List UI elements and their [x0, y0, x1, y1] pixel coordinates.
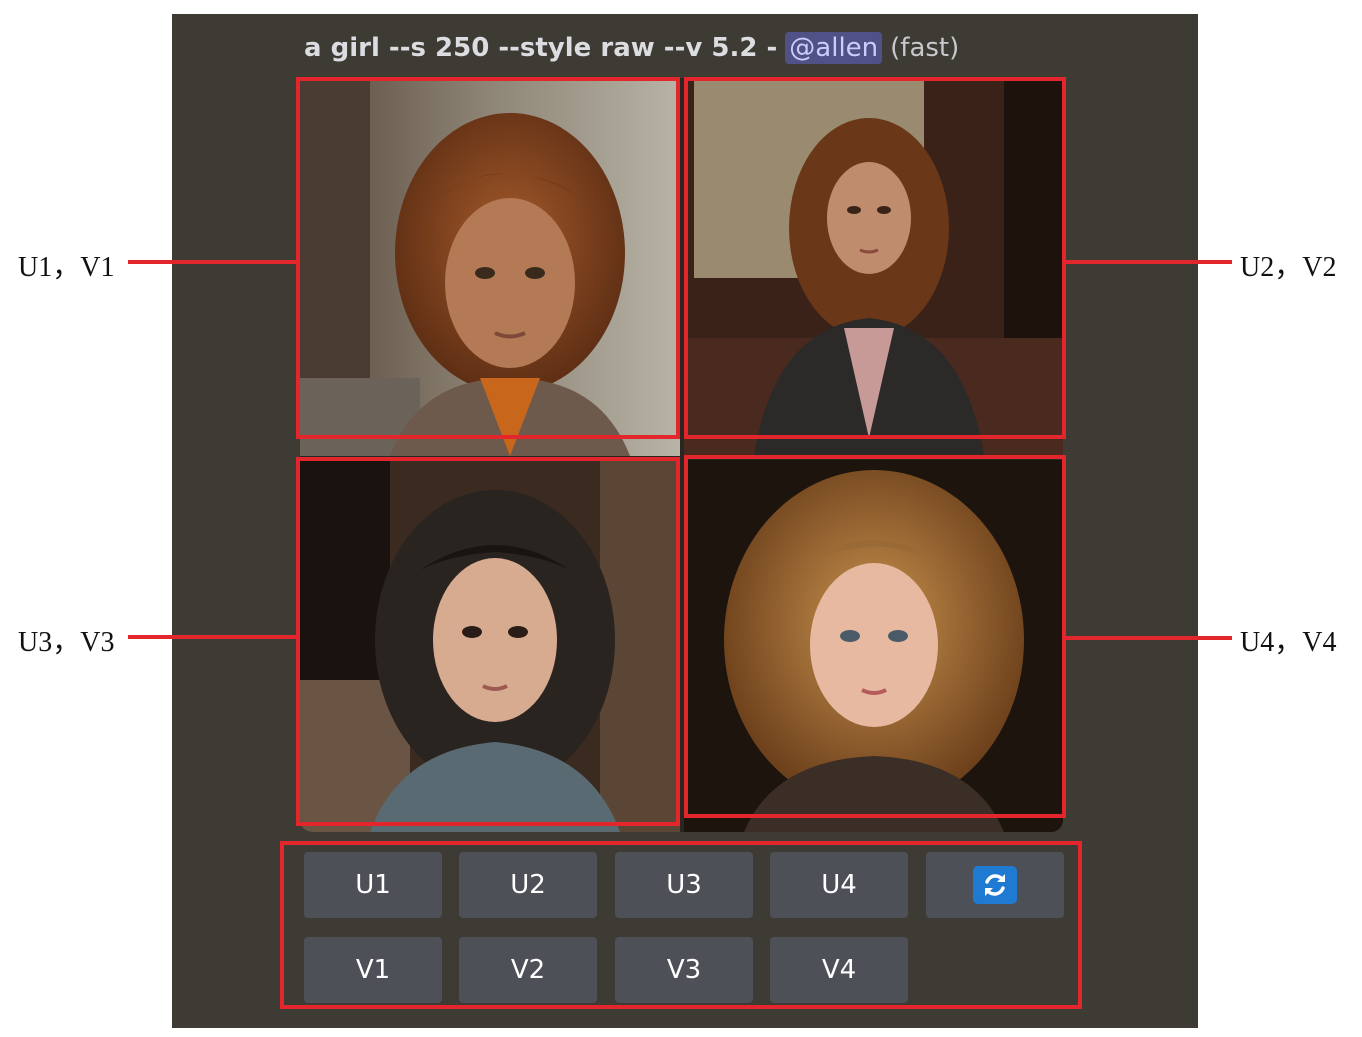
refresh-icon	[973, 866, 1017, 904]
v4-button[interactable]: V4	[770, 937, 908, 1003]
highlight-frame-3	[296, 457, 680, 826]
u3-button[interactable]: U3	[615, 852, 753, 918]
leader-line-3	[128, 635, 296, 639]
v2-button[interactable]: V2	[459, 937, 597, 1003]
leader-line-2	[1066, 260, 1232, 264]
speed-label: (fast)	[890, 33, 960, 63]
callout-label-2: U2，V2	[1240, 252, 1337, 283]
leader-line-4	[1066, 636, 1232, 640]
callout-label-4: U4，V4	[1240, 627, 1337, 658]
callout-label-3: U3，V3	[18, 627, 115, 658]
u4-button[interactable]: U4	[770, 852, 908, 918]
callout-label-1: U1，V1	[18, 252, 115, 283]
v1-button[interactable]: V1	[304, 937, 442, 1003]
u2-button[interactable]: U2	[459, 852, 597, 918]
leader-line-1	[128, 260, 296, 264]
highlight-frame-2	[684, 77, 1066, 439]
highlight-frame-4	[684, 455, 1066, 818]
reroll-button[interactable]	[926, 852, 1064, 918]
highlight-frame-1	[296, 77, 680, 439]
v3-button[interactable]: V3	[615, 937, 753, 1003]
u1-button[interactable]: U1	[304, 852, 442, 918]
prompt-line: a girl --s 250 --style raw --v 5.2 - @al…	[304, 28, 959, 68]
user-mention[interactable]: @allen	[785, 32, 883, 64]
prompt-text: a girl --s 250 --style raw --v 5.2 -	[304, 33, 778, 63]
